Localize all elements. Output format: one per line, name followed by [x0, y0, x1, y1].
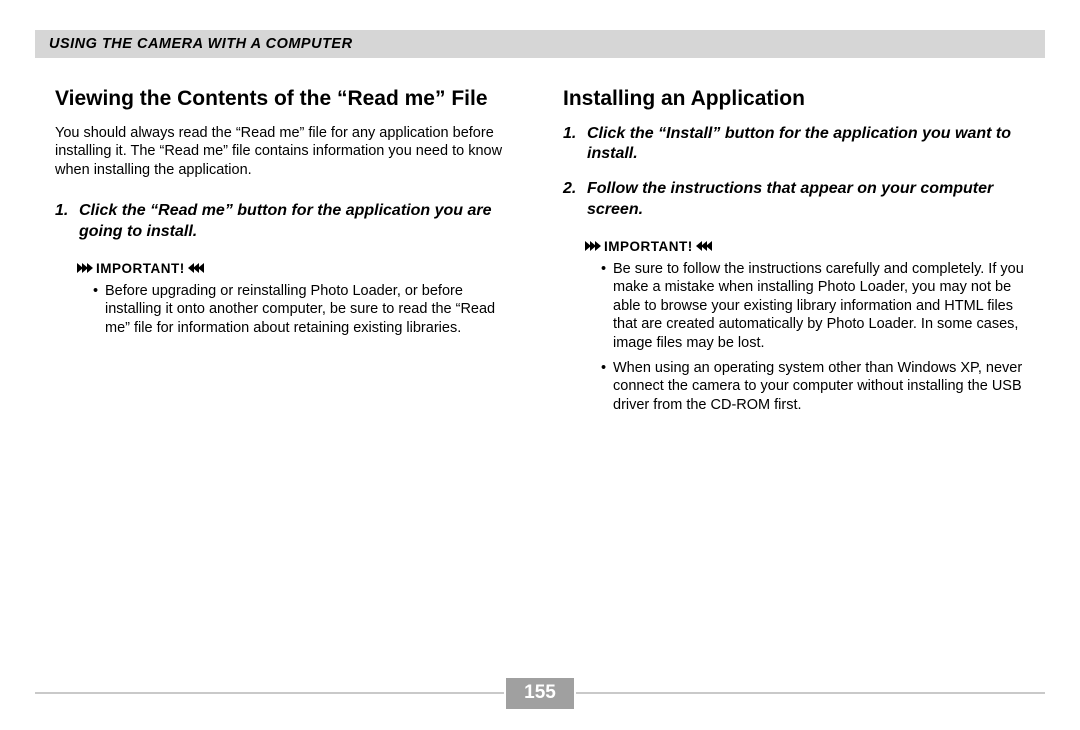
important-label-text: IMPORTANT! — [604, 239, 693, 254]
triangle-left-icon — [697, 241, 712, 251]
left-paragraph: You should always read the “Read me” fil… — [55, 124, 517, 180]
left-important-bullets: Before upgrading or reinstalling Photo L… — [77, 282, 517, 338]
footer-rule-right — [576, 692, 1045, 694]
section-header-text: USING THE CAMERA WITH A COMPUTER — [49, 36, 353, 52]
step-text: Follow the instructions that appear on y… — [587, 179, 1025, 221]
right-column: Installing an Application 1. Click the “… — [563, 86, 1025, 420]
step-item: 1. Click the “Install” button for the ap… — [563, 124, 1025, 166]
manual-page: USING THE CAMERA WITH A COMPUTER Viewing… — [0, 0, 1080, 730]
bullet-item: Before upgrading or reinstalling Photo L… — [93, 282, 517, 338]
right-steps: 1. Click the “Install” button for the ap… — [563, 124, 1025, 221]
bullet-item: When using an operating system other tha… — [601, 359, 1025, 415]
important-label: IMPORTANT! — [585, 239, 1025, 254]
left-column: Viewing the Contents of the “Read me” Fi… — [55, 86, 517, 420]
right-important-block: IMPORTANT! Be sure to follow the instruc… — [563, 239, 1025, 414]
left-important-block: IMPORTANT! Before upgrading or reinstall… — [55, 261, 517, 338]
bullet-item: Be sure to follow the instructions caref… — [601, 260, 1025, 353]
section-header-bar: USING THE CAMERA WITH A COMPUTER — [35, 30, 1045, 58]
content-columns: Viewing the Contents of the “Read me” Fi… — [55, 86, 1025, 420]
step-text: Click the “Read me” button for the appli… — [79, 201, 517, 243]
step-number: 1. — [55, 201, 79, 243]
step-number: 1. — [563, 124, 587, 166]
important-label-text: IMPORTANT! — [96, 261, 185, 276]
page-footer: 155 — [35, 678, 1045, 708]
important-label: IMPORTANT! — [77, 261, 517, 276]
step-number: 2. — [563, 179, 587, 221]
triangle-right-icon — [77, 263, 92, 273]
page-number: 155 — [506, 678, 574, 709]
step-item: 1. Click the “Read me” button for the ap… — [55, 201, 517, 243]
right-important-bullets: Be sure to follow the instructions caref… — [585, 260, 1025, 414]
step-item: 2. Follow the instructions that appear o… — [563, 179, 1025, 221]
triangle-left-icon — [189, 263, 204, 273]
left-heading: Viewing the Contents of the “Read me” Fi… — [55, 86, 517, 112]
left-steps: 1. Click the “Read me” button for the ap… — [55, 201, 517, 243]
footer-rule-left — [35, 692, 504, 694]
step-text: Click the “Install” button for the appli… — [587, 124, 1025, 166]
right-heading: Installing an Application — [563, 86, 1025, 112]
triangle-right-icon — [585, 241, 600, 251]
